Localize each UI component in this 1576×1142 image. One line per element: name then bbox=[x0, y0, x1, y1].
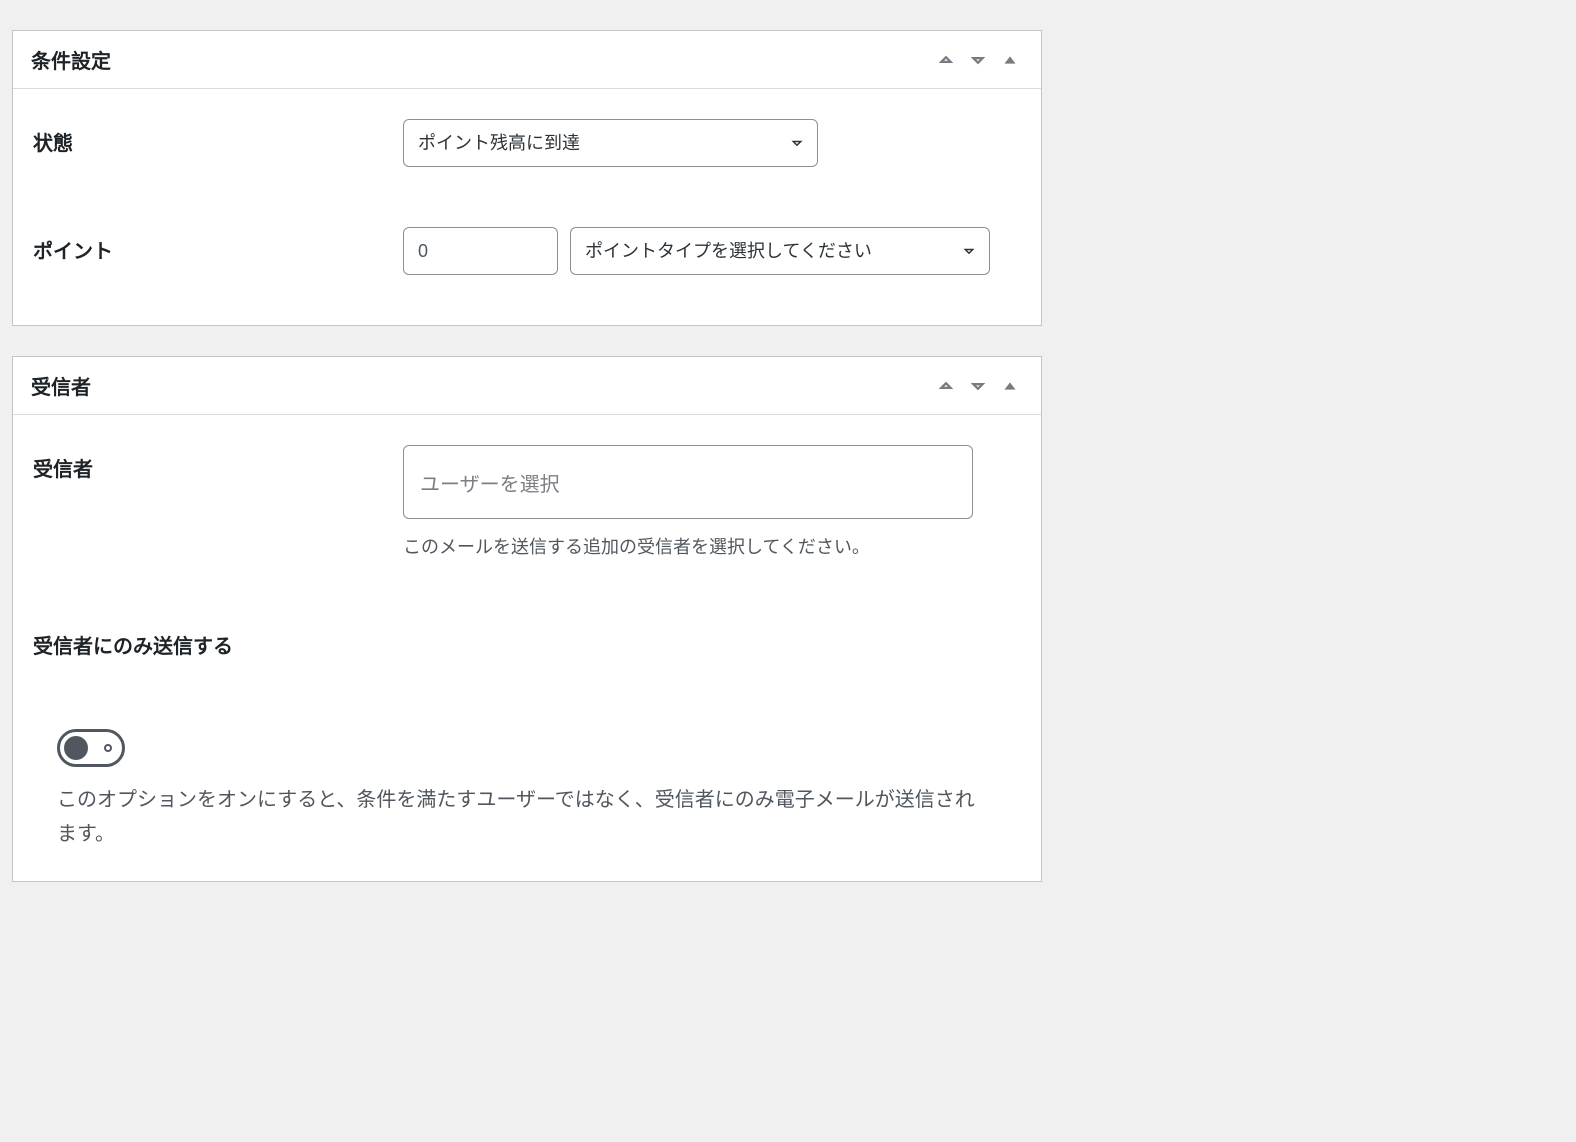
conditions-panel-body: 状態 ポイント残高に到達 ポイント ポイントタイプを選択してください bbox=[13, 89, 1041, 325]
conditions-panel: 条件設定 状態 ポイント残高に到達 bbox=[12, 30, 1042, 326]
panel-controls bbox=[933, 47, 1023, 73]
toggle-dot bbox=[104, 744, 112, 752]
conditions-panel-header: 条件設定 bbox=[13, 31, 1041, 89]
move-down-icon[interactable] bbox=[965, 373, 991, 399]
move-up-icon[interactable] bbox=[933, 373, 959, 399]
recipients-panel: 受信者 受信者 ユーザーを選択 このメールを送信する追加の受信者を選択してくださ… bbox=[12, 356, 1042, 882]
only-recipients-label: 受信者にのみ送信する bbox=[33, 622, 233, 659]
recipient-control: ユーザーを選択 このメールを送信する追加の受信者を選択してください。 bbox=[403, 445, 1021, 562]
status-select-wrapper: ポイント残高に到達 bbox=[403, 119, 818, 167]
move-down-icon[interactable] bbox=[965, 47, 991, 73]
points-input[interactable] bbox=[403, 227, 558, 275]
only-recipients-toggle[interactable] bbox=[57, 729, 125, 767]
recipient-select[interactable]: ユーザーを選択 bbox=[403, 445, 973, 519]
point-type-select-wrapper: ポイントタイプを選択してください bbox=[570, 227, 990, 275]
recipient-placeholder: ユーザーを選択 bbox=[420, 468, 560, 497]
recipients-panel-title: 受信者 bbox=[31, 371, 91, 400]
status-label: 状態 bbox=[33, 119, 383, 156]
status-select[interactable]: ポイント残高に到達 bbox=[403, 119, 818, 167]
collapse-toggle-icon[interactable] bbox=[997, 47, 1023, 73]
only-recipients-description: このオプションをオンにすると、条件を満たすユーザーではなく、受信者にのみ電子メー… bbox=[57, 783, 977, 851]
points-control: ポイントタイプを選択してください bbox=[403, 227, 1021, 275]
collapse-toggle-icon[interactable] bbox=[997, 373, 1023, 399]
recipient-label: 受信者 bbox=[33, 445, 383, 482]
status-control: ポイント残高に到達 bbox=[403, 119, 1021, 167]
toggle-knob bbox=[64, 736, 88, 760]
point-type-select[interactable]: ポイントタイプを選択してください bbox=[570, 227, 990, 275]
only-recipients-toggle-wrap bbox=[57, 729, 125, 767]
only-recipients-label-row: 受信者にのみ送信する bbox=[33, 622, 1021, 659]
recipients-panel-body: 受信者 ユーザーを選択 このメールを送信する追加の受信者を選択してください。 受… bbox=[13, 415, 1041, 881]
only-recipients-toggle-row: このオプションをオンにすると、条件を満たすユーザーではなく、受信者にのみ電子メー… bbox=[33, 719, 1021, 851]
recipient-row: 受信者 ユーザーを選択 このメールを送信する追加の受信者を選択してください。 bbox=[33, 445, 1021, 562]
status-row: 状態 ポイント残高に到達 bbox=[33, 119, 1021, 167]
points-row: ポイント ポイントタイプを選択してください bbox=[33, 227, 1021, 275]
panel-controls bbox=[933, 373, 1023, 399]
move-up-icon[interactable] bbox=[933, 47, 959, 73]
recipients-panel-header: 受信者 bbox=[13, 357, 1041, 415]
recipient-help-text: このメールを送信する追加の受信者を選択してください。 bbox=[403, 533, 1021, 562]
points-label: ポイント bbox=[33, 227, 383, 264]
conditions-panel-title: 条件設定 bbox=[31, 45, 111, 74]
